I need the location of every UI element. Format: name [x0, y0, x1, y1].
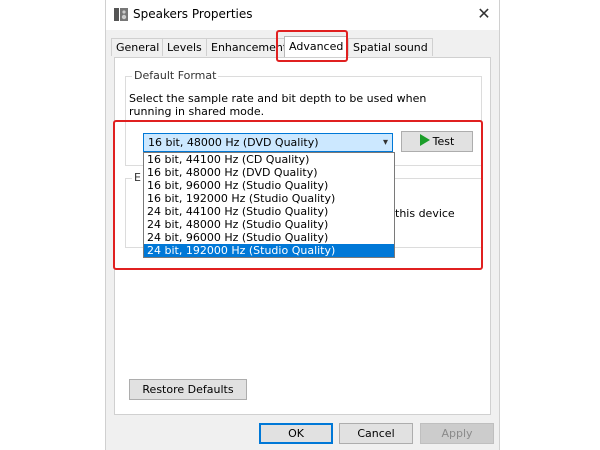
dropdown-option-highlighted[interactable]: 24 bit, 192000 Hz (Studio Quality): [144, 244, 394, 257]
sample-rate-dropdown-list: 16 bit, 44100 Hz (CD Quality) 16 bit, 48…: [143, 152, 395, 258]
cancel-button[interactable]: Cancel: [339, 423, 413, 444]
play-icon: [419, 134, 430, 146]
tab-advanced[interactable]: Advanced: [284, 36, 349, 58]
sample-rate-selected-value: 16 bit, 48000 Hz (DVD Quality): [148, 136, 319, 149]
dropdown-option[interactable]: 16 bit, 192000 Hz (Studio Quality): [144, 192, 394, 205]
window-title: Speakers Properties: [133, 7, 253, 21]
tab-general[interactable]: General: [111, 38, 165, 56]
dropdown-option[interactable]: 16 bit, 48000 Hz (DVD Quality): [144, 166, 394, 179]
close-icon[interactable]: ✕: [469, 0, 499, 30]
tab-strip: General Levels Enhancements Advanced Spa…: [111, 36, 491, 58]
tab-spatial-sound[interactable]: Spatial sound: [348, 38, 433, 56]
default-format-label: Default Format: [132, 69, 219, 82]
restore-defaults-button[interactable]: Restore Defaults: [129, 379, 247, 400]
exclusive-mode-text: this device: [395, 207, 455, 220]
advanced-panel: Default Format Select the sample rate an…: [114, 57, 491, 415]
dropdown-option[interactable]: 16 bit, 96000 Hz (Studio Quality): [144, 179, 394, 192]
ok-button[interactable]: OK: [259, 423, 333, 444]
speakers-properties-dialog: Speakers Properties ✕ General Levels Enh…: [105, 0, 500, 450]
test-button-label: Test: [432, 135, 455, 148]
dropdown-option[interactable]: 24 bit, 44100 Hz (Studio Quality): [144, 205, 394, 218]
tab-levels[interactable]: Levels: [162, 38, 207, 56]
speaker-icon: [114, 8, 128, 21]
title-bar: Speakers Properties ✕: [106, 0, 499, 30]
apply-button[interactable]: Apply: [420, 423, 494, 444]
chevron-down-icon: ▾: [382, 137, 388, 148]
test-button[interactable]: Test: [401, 131, 473, 152]
dropdown-option[interactable]: 24 bit, 96000 Hz (Studio Quality): [144, 231, 394, 244]
dropdown-option[interactable]: 16 bit, 44100 Hz (CD Quality): [144, 153, 394, 166]
exclusive-mode-label: E: [132, 171, 143, 184]
dropdown-option[interactable]: 24 bit, 48000 Hz (Studio Quality): [144, 218, 394, 231]
sample-rate-select[interactable]: 16 bit, 48000 Hz (DVD Quality) ▾: [143, 133, 393, 152]
default-format-description: Select the sample rate and bit depth to …: [129, 92, 427, 118]
